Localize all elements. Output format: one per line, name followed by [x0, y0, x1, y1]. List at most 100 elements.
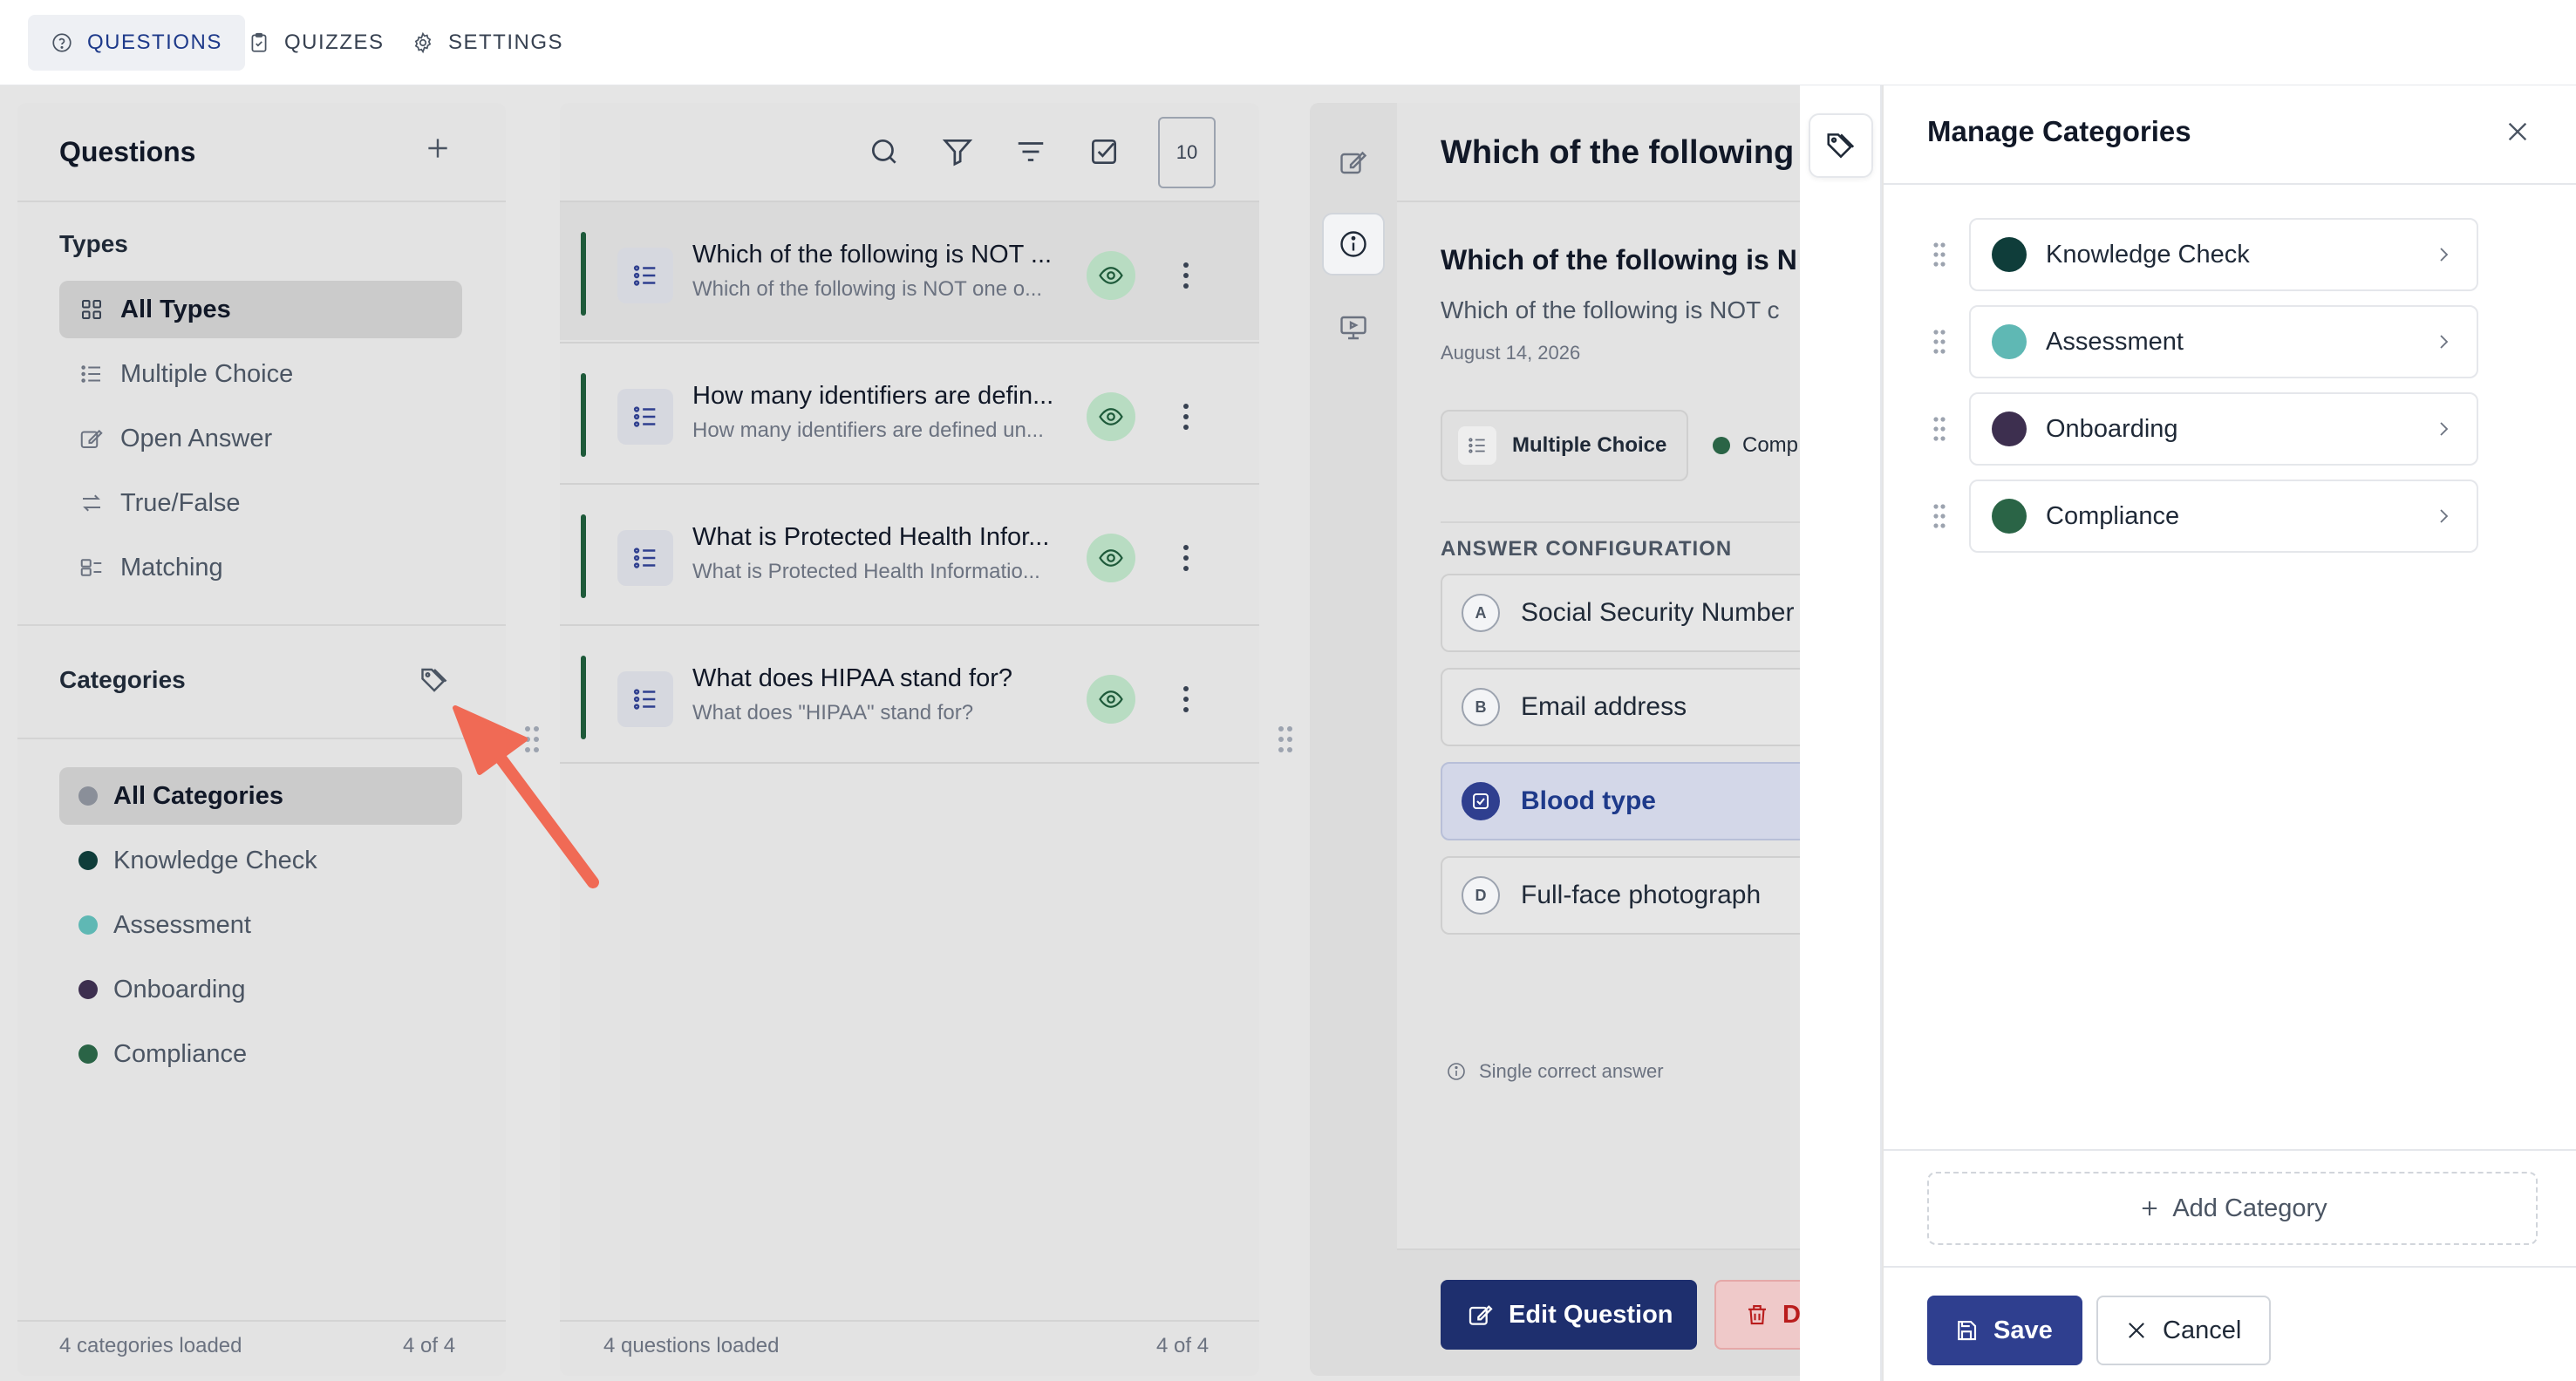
- category-item-assessment[interactable]: Assessment: [59, 896, 462, 954]
- divider: [17, 738, 506, 739]
- info-icon: [1448, 1063, 1465, 1080]
- answer-text: Email address: [1521, 692, 1687, 721]
- drag-handle-icon[interactable]: [1929, 239, 1950, 270]
- category-item-knowledge-check[interactable]: Knowledge Check: [59, 832, 462, 889]
- answer-hint-text: Single correct answer: [1479, 1060, 1664, 1082]
- category-color-dot[interactable]: [1992, 324, 2027, 359]
- category-item-compliance[interactable]: Compliance: [59, 1025, 462, 1083]
- tab-quizzes-label: QUIZZES: [284, 31, 385, 54]
- preview-view-button[interactable]: [1322, 296, 1385, 359]
- questions-count-status: 4 questions loaded: [603, 1334, 780, 1357]
- add-category-button[interactable]: Add Category: [1927, 1172, 2538, 1245]
- filters-panel: Questions Types All Types Multiple Choic…: [17, 103, 506, 1376]
- question-preview: What does "HIPAA" stand for?: [692, 701, 974, 725]
- swap-icon: [83, 494, 100, 512]
- tab-settings[interactable]: SETTINGS: [389, 15, 586, 71]
- type-item-true-false[interactable]: True/False: [59, 474, 462, 532]
- question-circle-icon: [52, 33, 72, 52]
- question-row[interactable]: What is Protected Health Infor... What i…: [560, 483, 1259, 622]
- questions-panel-title: Questions: [59, 136, 196, 167]
- category-card[interactable]: Assessment: [1969, 305, 2478, 378]
- categories-drawer-tab[interactable]: [1809, 113, 1873, 178]
- question-preview: Which of the following is NOT one o...: [692, 277, 1043, 301]
- question-row[interactable]: What does HIPAA stand for? What does "HI…: [560, 624, 1259, 764]
- category-color-dot[interactable]: [1992, 237, 2027, 272]
- question-type-label: Multiple Choice: [1512, 433, 1667, 457]
- question-text: Which of the following is NOT c: [1441, 296, 1780, 323]
- add-question-button[interactable]: [419, 129, 457, 167]
- visibility-toggle[interactable]: [1087, 534, 1135, 582]
- list-icon: [617, 389, 673, 445]
- select-mode-button[interactable]: [1081, 129, 1127, 174]
- delete-question-button[interactable]: D: [1714, 1280, 1800, 1350]
- resize-handle-icon[interactable]: [1275, 722, 1296, 757]
- drawer-tab-column: [1800, 85, 1882, 1381]
- more-options-button[interactable]: [1172, 539, 1200, 577]
- visibility-toggle[interactable]: [1087, 675, 1135, 724]
- close-icon: [2508, 122, 2527, 141]
- category-card[interactable]: Knowledge Check: [1969, 218, 2478, 291]
- tab-questions[interactable]: QUESTIONS: [28, 15, 245, 71]
- category-indicator: [581, 232, 586, 316]
- visibility-toggle[interactable]: [1087, 392, 1135, 441]
- info-view-button[interactable]: [1322, 213, 1385, 276]
- more-options-button[interactable]: [1172, 256, 1200, 295]
- category-color-dot[interactable]: [1992, 412, 2027, 446]
- search-button[interactable]: [862, 129, 907, 174]
- cancel-button[interactable]: Cancel: [2096, 1296, 2271, 1365]
- save-button[interactable]: Save: [1927, 1296, 2082, 1365]
- answer-configuration-title: ANSWER CONFIGURATION: [1441, 537, 1733, 561]
- page-size-selector[interactable]: 10: [1158, 117, 1216, 188]
- drag-handle-icon[interactable]: [1929, 500, 1950, 532]
- divider: [17, 1320, 506, 1322]
- category-color-dot[interactable]: [1992, 499, 2027, 534]
- sort-button[interactable]: [1008, 129, 1053, 174]
- drag-handle-icon[interactable]: [1929, 413, 1950, 445]
- category-card[interactable]: Compliance: [1969, 480, 2478, 553]
- more-vertical-icon: [1183, 545, 1189, 571]
- category-name: Compliance: [2046, 501, 2180, 530]
- type-item-open-answer[interactable]: Open Answer: [59, 410, 462, 467]
- close-drawer-button[interactable]: [2494, 108, 2541, 155]
- save-label: Save: [1993, 1316, 2053, 1344]
- grid-icon: [82, 300, 101, 319]
- drag-handle-icon[interactable]: [1929, 326, 1950, 357]
- save-icon: [1958, 1320, 1977, 1341]
- type-item-multiple-choice[interactable]: Multiple Choice: [59, 345, 462, 403]
- filter-button[interactable]: [935, 129, 980, 174]
- visibility-toggle[interactable]: [1087, 251, 1135, 300]
- edit-view-button[interactable]: [1322, 131, 1385, 194]
- checkbox-icon: [1091, 139, 1117, 165]
- question-preview: How many identifiers are defined un...: [692, 418, 1044, 442]
- category-item-all[interactable]: All Categories: [59, 767, 462, 825]
- filter-icon: [942, 139, 973, 167]
- edit-icon: [1469, 1305, 1493, 1325]
- top-navigation: QUESTIONS QUIZZES SETTINGS: [0, 0, 2576, 85]
- category-item-onboarding[interactable]: Onboarding: [59, 961, 462, 1018]
- more-options-button[interactable]: [1172, 398, 1200, 436]
- divider: [17, 624, 506, 626]
- category-item-label: Knowledge Check: [113, 846, 317, 874]
- info-icon: [1340, 231, 1366, 257]
- divider: [1397, 201, 1800, 202]
- more-options-button[interactable]: [1172, 680, 1200, 718]
- question-row[interactable]: How many identifiers are defin... How ma…: [560, 342, 1259, 481]
- edit-icon: [80, 429, 103, 448]
- category-item-label: Compliance: [113, 1039, 248, 1068]
- trash-icon: [1748, 1304, 1766, 1325]
- type-item-all[interactable]: All Types: [59, 281, 462, 338]
- question-title: What does HIPAA stand for?: [692, 664, 1012, 692]
- more-vertical-icon: [1183, 686, 1189, 712]
- types-section-title: Types: [59, 230, 128, 257]
- eye-icon: [1099, 408, 1123, 425]
- category-card[interactable]: Onboarding: [1969, 392, 2478, 466]
- more-vertical-icon: [1183, 404, 1189, 430]
- question-date: August 14, 2026: [1441, 342, 1581, 364]
- type-item-label: All Types: [120, 295, 231, 323]
- type-item-matching[interactable]: Matching: [59, 539, 462, 596]
- category-name: Assessment: [2046, 327, 2184, 356]
- edit-question-button[interactable]: Edit Question: [1441, 1280, 1697, 1350]
- tab-quizzes[interactable]: QUIZZES: [225, 15, 407, 71]
- answer-option: A Social Security Number: [1441, 574, 1800, 652]
- question-row[interactable]: Which of the following is NOT ... Which …: [560, 201, 1259, 340]
